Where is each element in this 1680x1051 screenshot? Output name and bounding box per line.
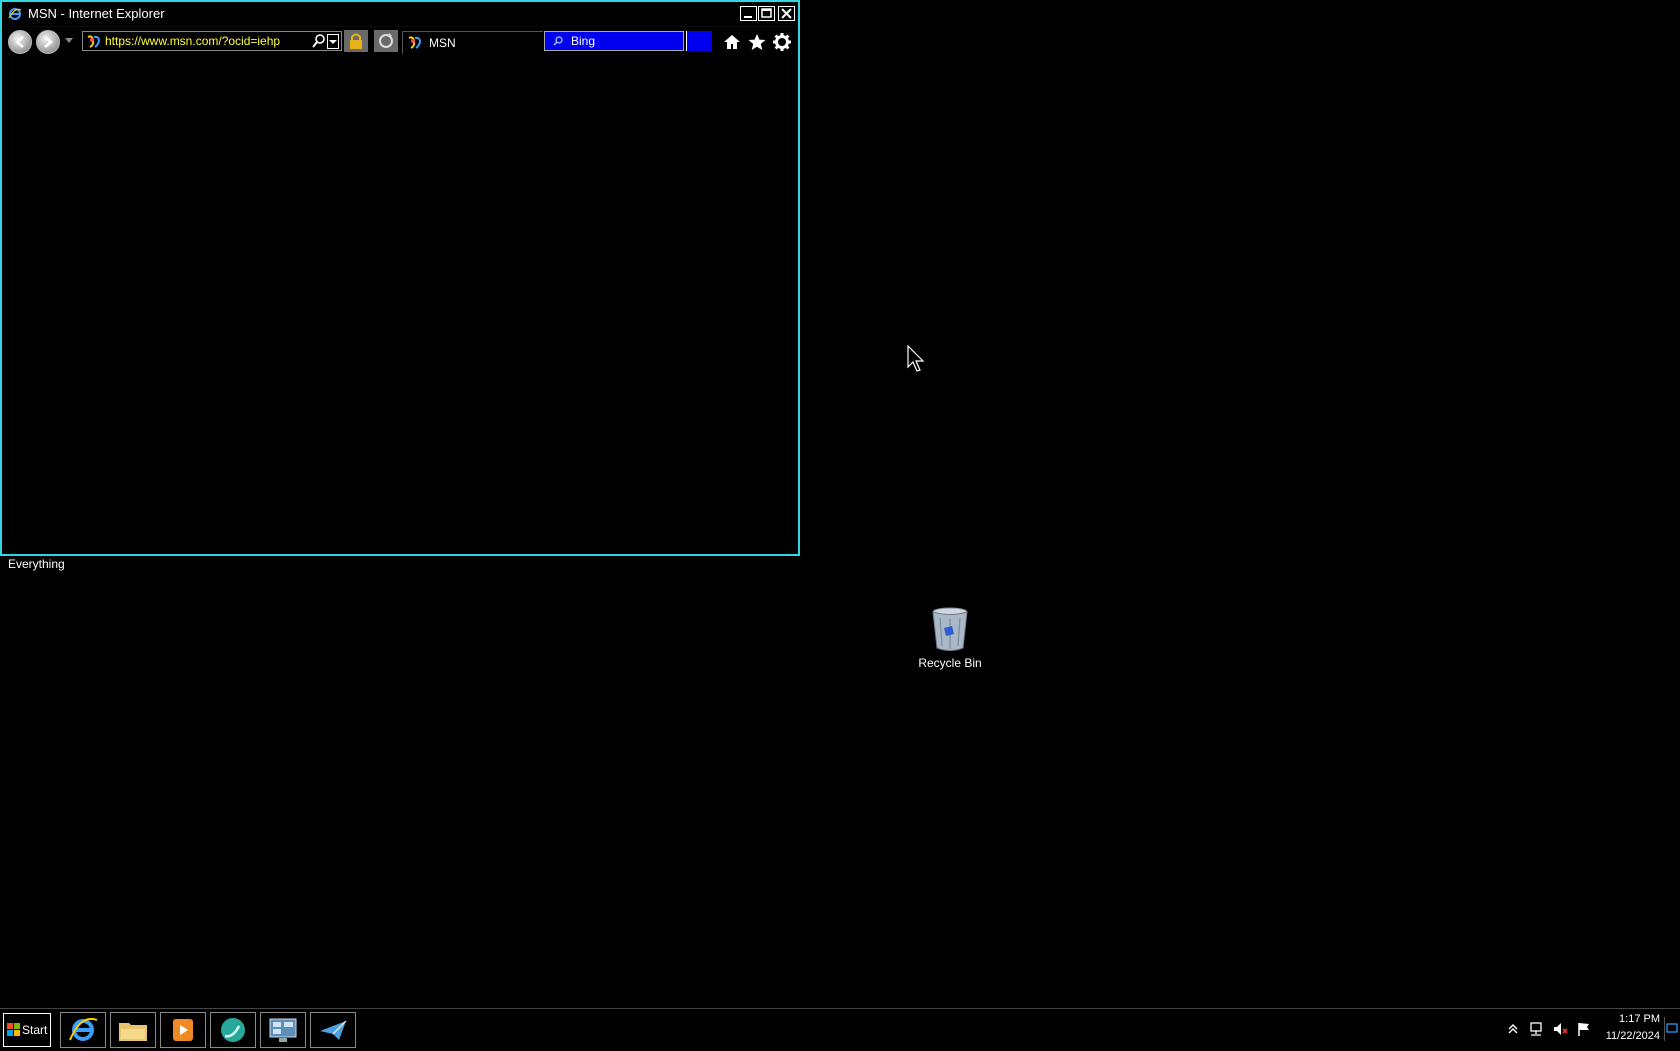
recycle-bin-label: Recycle Bin	[918, 656, 982, 670]
window-title: MSN - Internet Explorer	[28, 6, 165, 21]
taskbar-control-panel[interactable]	[260, 1012, 306, 1048]
action-center-flag-icon[interactable]	[1576, 1021, 1592, 1037]
maximize-button[interactable]	[758, 6, 775, 21]
recent-pages-dropdown-icon[interactable]	[65, 38, 73, 44]
windows-logo-icon	[7, 1023, 20, 1036]
search-icon[interactable]	[311, 33, 327, 49]
close-button[interactable]	[778, 6, 795, 21]
ie-logo-icon	[8, 8, 22, 20]
refresh-icon	[379, 33, 393, 48]
star-icon[interactable]	[747, 32, 767, 52]
new-tab-button[interactable]	[686, 31, 712, 51]
network-icon[interactable]	[1528, 1021, 1544, 1037]
forward-arrow-icon	[44, 36, 53, 48]
paper-plane-icon	[320, 1020, 347, 1040]
taskbar-send-app[interactable]	[310, 1012, 356, 1048]
internet-explorer-icon	[69, 1018, 98, 1041]
start-label: Start	[22, 1023, 48, 1037]
chevron-down-icon	[329, 40, 337, 44]
browser-window[interactable]: MSN - Internet Explorer https://www.msn.…	[0, 0, 800, 556]
back-button[interactable]	[8, 30, 32, 54]
control-panel-icon	[269, 1018, 297, 1042]
search-icon	[553, 36, 563, 46]
volume-muted-icon[interactable]	[1552, 1021, 1568, 1037]
taskbar-chat-app[interactable]	[210, 1012, 256, 1048]
taskbar: Start 1:17 PM 11/22/2024	[0, 1008, 1680, 1051]
address-bar[interactable]: https://www.msn.com/?ocid=iehp	[82, 31, 342, 51]
status-label: Everything	[8, 557, 65, 571]
clock-date[interactable]: 11/22/2024	[1596, 1030, 1660, 1042]
chat-bubble-icon	[221, 1018, 245, 1042]
browser-toolbar: https://www.msn.com/?ocid=iehp MSN Bing	[2, 28, 798, 56]
back-arrow-icon	[15, 36, 24, 48]
bing-search-box[interactable]: Bing	[544, 31, 684, 51]
folder-icon	[119, 1023, 147, 1041]
home-icon[interactable]	[722, 32, 742, 52]
chevron-up-icon[interactable]	[1508, 1023, 1518, 1035]
show-desktop-button[interactable]	[1664, 1017, 1679, 1041]
taskbar-file-explorer[interactable]	[110, 1012, 156, 1048]
minimize-icon	[744, 16, 752, 18]
address-url: https://www.msn.com/?ocid=iehp	[105, 34, 281, 48]
gear-icon[interactable]	[772, 32, 792, 52]
tab-title: MSN	[429, 36, 456, 50]
tab-msn[interactable]: MSN	[402, 31, 543, 54]
msn-favicon-icon	[87, 35, 101, 48]
msn-favicon-icon	[408, 36, 422, 49]
forward-button[interactable]	[36, 30, 60, 54]
address-dropdown-button[interactable]	[327, 34, 339, 49]
refresh-button[interactable]	[374, 30, 398, 52]
taskbar-internet-explorer[interactable]	[60, 1012, 106, 1048]
search-provider-label: Bing	[571, 34, 596, 48]
media-player-icon	[173, 1019, 193, 1041]
maximize-icon	[761, 8, 772, 18]
clock-time[interactable]: 1:17 PM	[1600, 1013, 1660, 1025]
security-lock-button[interactable]	[344, 30, 368, 52]
minimize-button[interactable]	[740, 6, 757, 21]
page-content[interactable]	[2, 58, 798, 554]
title-bar[interactable]: MSN - Internet Explorer	[2, 2, 798, 27]
notification-icon	[1666, 1023, 1678, 1033]
lock-icon	[350, 33, 362, 49]
taskbar-media-player[interactable]	[160, 1012, 206, 1048]
start-button[interactable]: Start	[3, 1013, 51, 1047]
mouse-cursor-icon	[907, 345, 925, 372]
recycle-bin-icon	[932, 607, 968, 651]
close-icon	[781, 8, 792, 19]
recycle-bin-shortcut[interactable]: Recycle Bin	[910, 606, 990, 676]
